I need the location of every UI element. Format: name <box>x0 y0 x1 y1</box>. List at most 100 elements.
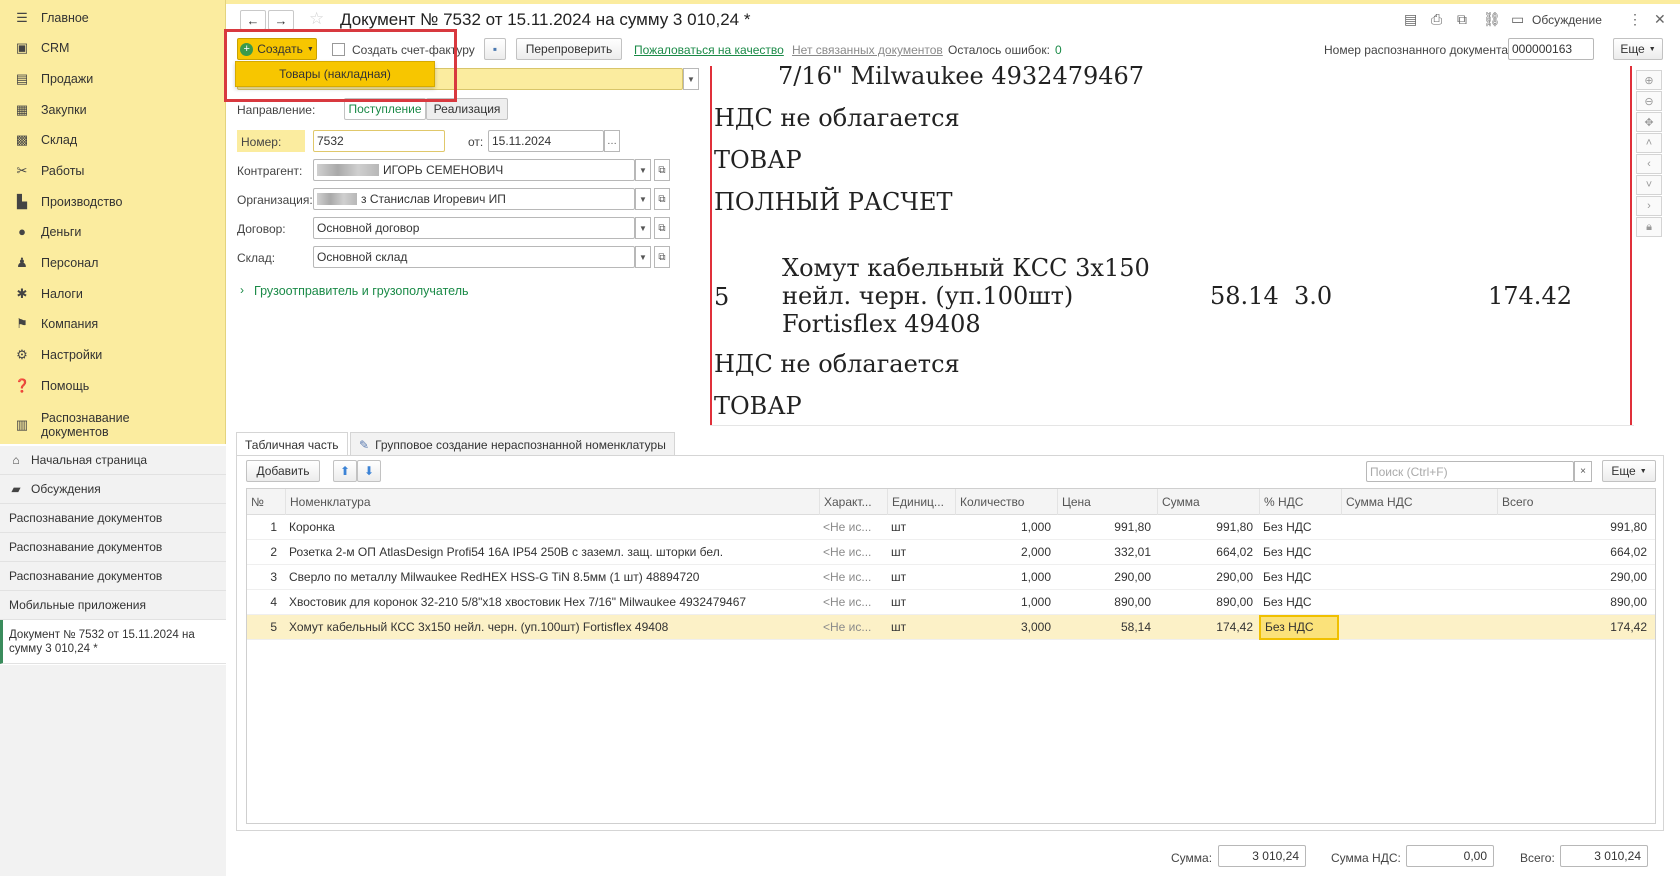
section-help[interactable]: ❓ Помощь <box>0 371 226 401</box>
close-icon[interactable]: ✕ <box>1654 11 1666 28</box>
contract-open-button[interactable]: ⧉ <box>654 217 670 239</box>
column-header-total[interactable]: Всего <box>1497 489 1655 515</box>
open-window-home[interactable]: ⌂ Начальная страница <box>0 446 226 475</box>
warehouse-open-button[interactable]: ⧉ <box>654 246 670 268</box>
section-production[interactable]: ▙ Производство <box>0 187 226 217</box>
open-icon: ⧉ <box>658 164 666 176</box>
column-header-price[interactable]: Цена <box>1057 489 1157 515</box>
shipper-consignee-link[interactable]: Грузоотправитель и грузополучатель <box>254 284 469 298</box>
organization-dropdown[interactable]: ▼ <box>635 188 651 210</box>
contractor-field[interactable]: ИГОРЬ СЕМЕНОВИЧ <box>313 159 635 181</box>
lock-icon[interactable]: 🔒︎ <box>1636 217 1662 237</box>
warehouse-dropdown[interactable]: ▼ <box>635 246 651 268</box>
create-invoice-checkbox[interactable] <box>332 43 345 56</box>
open-window-recognition[interactable]: Распознавание документов <box>0 533 226 562</box>
move-down-button[interactable]: ⬇ <box>357 460 381 482</box>
tab-group-create[interactable]: ✎ Групповое создание нераспознанной номен… <box>350 432 675 456</box>
table-row[interactable]: 3 Сверло по металлу Milwaukee RedHEX HSS… <box>247 565 1655 590</box>
complain-link[interactable]: Пожаловаться на качество <box>634 43 784 57</box>
open-window-recognition[interactable]: Распознавание документов <box>0 504 226 533</box>
section-taxes[interactable]: ✱ Налоги <box>0 279 226 309</box>
favorite-star-icon[interactable]: ☆ <box>309 9 324 29</box>
number-field[interactable]: 7532 <box>313 130 445 152</box>
chevron-right-icon[interactable]: › <box>1636 196 1662 216</box>
create-button[interactable]: + Создать ▼ <box>237 38 317 60</box>
contractor-dropdown[interactable]: ▼ <box>635 159 651 181</box>
cell-vat-rate-active[interactable]: Без НДС <box>1259 615 1339 640</box>
open-window-current-document[interactable]: Документ № 7532 от 15.11.2024 на сумму 3… <box>0 620 226 664</box>
section-works[interactable]: ✂ Работы <box>0 156 226 186</box>
link-icon[interactable]: ⛓ <box>1483 11 1501 28</box>
open-window-recognition[interactable]: Распознавание документов <box>0 562 226 591</box>
section-recognition[interactable]: ▥ Распознавание документов <box>0 407 226 443</box>
section-settings[interactable]: ⚙ Настройки <box>0 340 226 370</box>
direction-outgoing-tab[interactable]: Реализация <box>426 98 508 120</box>
menu-icon: ☰ <box>16 10 28 25</box>
section-main[interactable]: ☰ Главное <box>0 3 226 33</box>
section-sales[interactable]: ▤ Продажи <box>0 64 226 94</box>
table-more-button[interactable]: Еще ▼ <box>1602 460 1656 482</box>
section-crm[interactable]: ▣ CRM <box>0 33 226 63</box>
add-row-button[interactable]: Добавить <box>246 460 320 482</box>
document-type-dropdown[interactable]: ▼ <box>683 68 699 90</box>
column-header-name[interactable]: Номенклатура <box>285 489 819 515</box>
tab-table-part[interactable]: Табличная часть <box>236 432 348 457</box>
chevron-left-icon[interactable]: ‹ <box>1636 154 1662 174</box>
open-window-mobile-apps[interactable]: Мобильные приложения <box>0 591 226 620</box>
open-window-discussions[interactable]: ▰ Обсуждения <box>0 475 226 504</box>
save-button[interactable]: ▪ <box>484 38 506 60</box>
date-picker-button[interactable]: … <box>604 130 620 152</box>
date-field[interactable]: 15.11.2024 <box>488 130 604 152</box>
chevron-down-icon[interactable]: ˅ <box>1636 175 1662 195</box>
clear-search-button[interactable]: × <box>1574 461 1592 482</box>
table-row-selected[interactable]: 5 Хомут кабельный КСС 3х150 нейл. черн. … <box>247 615 1655 640</box>
organization-open-button[interactable]: ⧉ <box>654 188 670 210</box>
contract-dropdown[interactable]: ▼ <box>635 217 651 239</box>
column-header-characteristic[interactable]: Характ... <box>819 489 887 515</box>
document-image-viewer[interactable]: 7/16" Milwaukee 4932479467 НДС не облага… <box>710 66 1634 426</box>
section-company[interactable]: ⚑ Компания <box>0 309 226 339</box>
contract-field[interactable]: Основной договор <box>313 217 635 239</box>
section-money[interactable]: ● Деньги <box>0 217 226 247</box>
direction-incoming-tab[interactable]: Поступление <box>344 98 426 120</box>
section-purchases[interactable]: ▦ Закупки <box>0 95 226 125</box>
move-up-button[interactable]: ⬆ <box>333 460 357 482</box>
fit-icon[interactable]: ✥ <box>1636 112 1662 132</box>
factory-icon: ▙ <box>17 194 27 209</box>
help-icon: ❓ <box>14 378 31 393</box>
more-vertical-icon[interactable]: ⋮ <box>1628 11 1642 28</box>
create-menu-item-goods-invoice[interactable]: Товары (накладная) <box>235 61 435 87</box>
table-row[interactable]: 2 Розетка 2-м ОП AtlasDesign Profi54 16А… <box>247 540 1655 565</box>
open-icon: ⧉ <box>658 222 666 234</box>
table-row[interactable]: 1 Коронка <Не ис... шт 1,000 991,80 991,… <box>247 515 1655 540</box>
discussion-icon[interactable]: ▭ <box>1511 11 1524 28</box>
discussion-button[interactable]: Обсуждение <box>1532 13 1602 27</box>
warehouse-field[interactable]: Основной склад <box>313 246 635 268</box>
cell-unit: шт <box>891 595 907 609</box>
zoom-in-icon[interactable]: ⊕ <box>1636 70 1662 90</box>
section-warehouse[interactable]: ▩ Склад <box>0 125 226 155</box>
print-icon[interactable]: ⎙ <box>1431 11 1442 28</box>
table-row[interactable]: 4 Хвостовик для коронок 32-210 5/8"х18 х… <box>247 590 1655 615</box>
save-file-icon[interactable]: ▤ <box>1404 11 1417 28</box>
table-search-input[interactable]: Поиск (Ctrl+F) <box>1366 461 1574 482</box>
column-header-vat-rate[interactable]: % НДС <box>1259 489 1341 515</box>
column-header-num[interactable]: № <box>247 489 285 515</box>
chevron-up-icon[interactable]: ˄ <box>1636 133 1662 153</box>
preview-icon[interactable]: ⧉ <box>1457 11 1467 28</box>
contractor-open-button[interactable]: ⧉ <box>654 159 670 181</box>
section-staff[interactable]: ♟ Персонал <box>0 248 226 278</box>
back-button[interactable]: ← <box>240 10 266 30</box>
zoom-out-icon[interactable]: ⊖ <box>1636 91 1662 111</box>
column-header-unit[interactable]: Единиц... <box>887 489 955 515</box>
more-button[interactable]: Еще ▼ <box>1613 38 1663 60</box>
column-header-quantity[interactable]: Количество <box>955 489 1057 515</box>
linked-docs-link[interactable]: Нет связанных документов <box>792 43 943 57</box>
organization-field[interactable]: з Станислав Игоревич ИП <box>313 188 635 210</box>
recheck-button[interactable]: Перепроверить <box>516 38 622 60</box>
forward-button[interactable]: → <box>268 10 294 30</box>
recognized-number-field[interactable]: 000000163 <box>1508 38 1594 60</box>
column-header-vat-sum[interactable]: Сумма НДС <box>1341 489 1497 515</box>
column-header-sum[interactable]: Сумма <box>1157 489 1259 515</box>
purchases-icon: ▦ <box>15 102 29 117</box>
